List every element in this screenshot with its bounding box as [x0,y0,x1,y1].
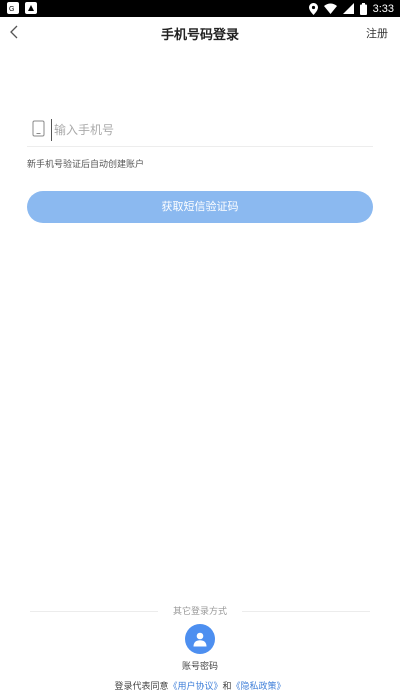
divider-line-right [242,611,370,612]
login-screen: G 3:33 手机号码登录 注册 新手机号验证后自 [0,0,400,700]
auto-create-hint: 新手机号验证后自动创建账户 [27,160,145,170]
signal-icon [342,3,354,14]
agreement-conjunction: 和 [222,682,232,692]
user-icon [193,632,207,647]
battery-icon [359,2,367,15]
agreement-prefix: 登录代表同意 [114,682,169,692]
account-password-label: 账号密码 [181,662,218,672]
register-link[interactable]: 注册 [366,25,388,41]
notification-icons: G [7,2,37,14]
wifi-icon [323,3,337,14]
status-time: 3:33 [372,2,394,15]
svg-text:G: G [9,6,14,13]
account-avatar [185,624,215,654]
privacy-policy-link[interactable]: 《隐私政策》 [232,682,286,692]
app-notification-icon: G [7,2,19,14]
page-title: 手机号码登录 [160,28,239,43]
location-icon [308,2,318,15]
get-sms-code-button[interactable]: 获取短信验证码 [27,191,373,223]
agreement-text: 登录代表同意《用户协议》和《隐私政策》 [0,679,400,692]
system-icons: 3:33 [308,0,394,17]
header: 手机号码登录 注册 [0,17,400,47]
status-bar: G 3:33 [0,0,400,17]
phone-input[interactable] [51,119,351,141]
phone-field-row [27,115,373,147]
account-password-login-button[interactable]: 账号密码 [170,624,230,672]
user-agreement-link[interactable]: 《用户协议》 [168,682,222,692]
phone-icon [32,120,45,137]
other-login-divider: 其它登录方式 [0,604,400,618]
app-notification-icon-2 [25,2,37,14]
